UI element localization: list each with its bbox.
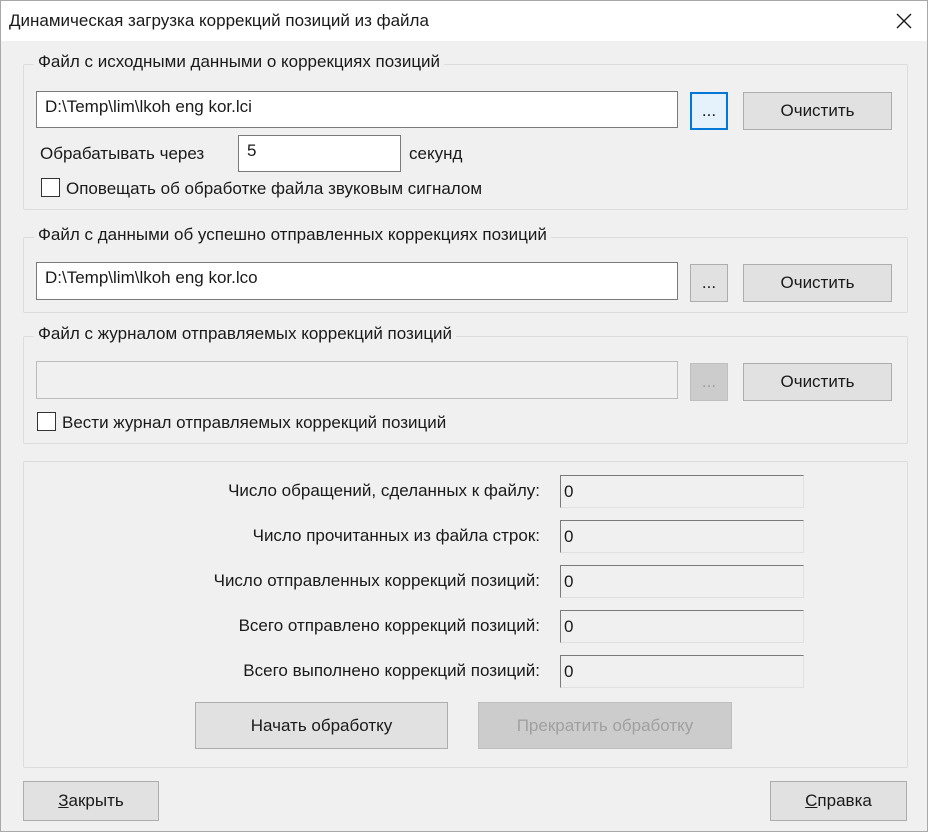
stat-value-total-sent: 0 [560, 610, 804, 643]
stat-value-sent-corrections: 0 [560, 565, 804, 598]
sound-notify-checkbox[interactable] [41, 178, 60, 197]
stat-value-requests: 0 [560, 475, 804, 508]
help-button-label: правка [817, 791, 872, 810]
close-window-button[interactable] [881, 1, 927, 41]
sound-notify-label: Оповещать об обработке файла звуковым си… [66, 179, 483, 198]
stat-value-total-done: 0 [560, 655, 804, 688]
start-processing-button[interactable]: Начать обработку [195, 702, 448, 749]
log-file-legend: Файл с журналом отправляемых коррекций п… [34, 324, 457, 344]
close-button-label: акрыть [68, 791, 124, 810]
interval-input[interactable]: 5 [238, 135, 401, 172]
keep-log-label: Вести журнал отправляемых коррекций пози… [62, 413, 447, 432]
close-button[interactable]: Закрыть [23, 781, 159, 821]
source-clear-button[interactable]: Очистить [743, 92, 892, 130]
source-file-path-input[interactable]: D:\Temp\lim\lkoh eng kor.lci [36, 91, 678, 128]
source-browse-button[interactable]: ... [690, 92, 728, 130]
keep-log-checkbox[interactable] [37, 412, 56, 431]
stat-label-requests: Число обращений, сделанных к файлу: [228, 481, 540, 500]
stat-label-sent-corrections: Число отправленных коррекций позиций: [213, 571, 540, 590]
help-button-mnemonic: С [805, 791, 818, 810]
log-clear-button[interactable]: Очистить [743, 363, 892, 401]
stat-label-lines-read: Число прочитанных из файла строк: [252, 526, 540, 545]
interval-label: Обрабатывать через [40, 144, 205, 163]
close-button-mnemonic: З [58, 791, 69, 810]
stat-value-lines-read: 0 [560, 520, 804, 553]
help-button[interactable]: Справка [770, 781, 907, 821]
sent-file-path-input[interactable]: D:\Temp\lim\lkoh eng kor.lco [36, 262, 678, 300]
window-title: Динамическая загрузка коррекций позиций … [9, 11, 429, 30]
title-bar: Динамическая загрузка коррекций позиций … [1, 1, 927, 41]
source-file-legend: Файл с исходными данными о коррекциях по… [34, 52, 445, 72]
dialog-window: Динамическая загрузка коррекций позиций … [0, 0, 928, 832]
stat-label-total-done: Всего выполнено коррекций позиций: [243, 661, 540, 680]
log-file-path-input[interactable] [36, 361, 678, 399]
sent-browse-button[interactable]: ... [690, 264, 728, 302]
sent-file-legend: Файл с данными об успешно отправленных к… [34, 225, 551, 245]
sent-clear-button[interactable]: Очистить [743, 264, 892, 302]
close-x-icon [896, 13, 912, 29]
stop-processing-button[interactable]: Прекратить обработку [478, 702, 732, 749]
log-browse-button[interactable]: ... [690, 363, 728, 401]
interval-unit-label: секунд [409, 144, 463, 163]
stat-label-total-sent: Всего отправлено коррекций позиций: [238, 616, 540, 635]
